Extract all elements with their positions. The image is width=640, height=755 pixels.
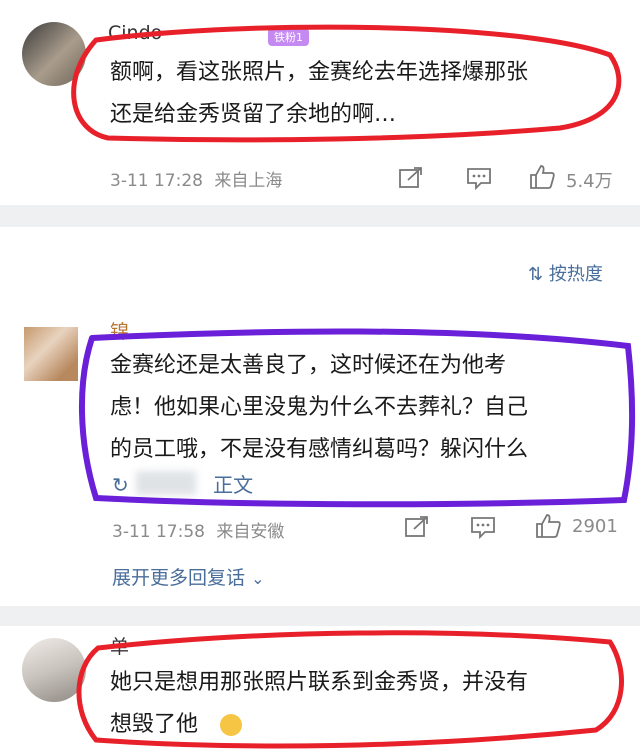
redacted-block — [136, 471, 196, 495]
crying-emoji-icon — [220, 714, 242, 736]
comment-meta: 3-11 17:58 来自安徽 — [112, 517, 284, 542]
comment-text: 金赛纶还是太善良了，这时候还在为他考 虑！他如果心里没鬼为什么不去葬礼？自己 的… — [110, 353, 529, 462]
fan-badge: 铁粉1 — [268, 28, 309, 46]
avatar[interactable] — [22, 638, 86, 702]
like-count: 2901 — [572, 516, 618, 537]
sort-icon: ⇅ — [528, 264, 544, 285]
username[interactable]: 单 — [110, 632, 129, 659]
link-label: 正文 — [213, 473, 254, 497]
chevron-down-icon: ⌄ — [251, 569, 265, 588]
like-icon[interactable] — [528, 163, 556, 191]
comment-location: 来自上海 — [214, 171, 283, 191]
comment-icon[interactable] — [470, 515, 496, 539]
username[interactable]: 锦 — [110, 317, 129, 344]
comment-location: 来自安徽 — [216, 522, 285, 542]
like-count: 5.4万 — [566, 171, 613, 192]
comment-1: Cindo 铁粉1 额啊，看这张照片，金赛纶去年选择爆那张 还是给金秀贤留了余地… — [0, 0, 640, 205]
comment-text: 额啊，看这张照片，金赛纶去年选择爆那张 还是给金秀贤留了余地的啊… — [110, 60, 529, 127]
separator — [0, 205, 640, 227]
comment-time: 3-11 17:58 — [112, 522, 205, 542]
view-original-link[interactable]: ↻ 正文 — [112, 469, 253, 498]
sort-label: 按热度 — [548, 264, 603, 285]
comment-3: 单 她只是想用那张照片联系到金秀贤，并没有 想毁了他 — [0, 626, 640, 755]
comment-icon[interactable] — [466, 166, 492, 190]
username[interactable]: Cindo — [108, 22, 162, 44]
comment-text: 她只是想用那张照片联系到金秀贤，并没有 想毁了他 — [110, 670, 529, 737]
like-icon[interactable] — [534, 512, 562, 540]
share-icon[interactable] — [404, 515, 430, 539]
comment-time: 3-11 17:28 — [110, 171, 203, 191]
expand-replies[interactable]: 展开更多回复话 ⌄ — [112, 563, 264, 590]
share-icon[interactable] — [398, 166, 424, 190]
comment-meta: 3-11 17:28 来自上海 — [110, 166, 282, 191]
sort-toggle[interactable]: ⇅ 按热度 — [528, 260, 603, 286]
separator — [0, 606, 640, 626]
link-icon: ↻ — [112, 473, 129, 497]
avatar[interactable] — [24, 327, 78, 381]
avatar[interactable] — [22, 22, 86, 86]
expand-label: 展开更多回复话 — [112, 567, 246, 589]
comment-2: 锦 金赛纶还是太善良了，这时候还在为他考 虑！他如果心里没鬼为什么不去葬礼？自己… — [0, 305, 640, 595]
